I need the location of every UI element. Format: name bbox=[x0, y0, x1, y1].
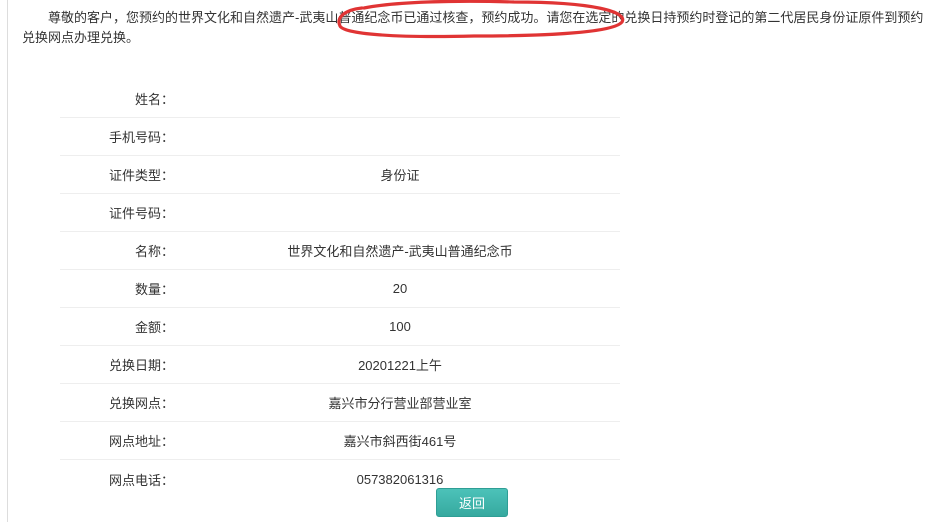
field-value-branch-phone: 057382061316 bbox=[180, 472, 620, 487]
field-label-id-type: 证件类型： bbox=[60, 165, 180, 184]
table-row: 名称： 世界文化和自然遗产-武夷山普通纪念币 bbox=[60, 232, 620, 270]
field-label-quantity: 数量： bbox=[60, 279, 180, 298]
field-label-phone: 手机号码： bbox=[60, 127, 180, 146]
table-row: 兑换网点： 嘉兴市分行营业部营业室 bbox=[60, 384, 620, 422]
field-value-amount: 100 bbox=[180, 319, 620, 334]
vertical-divider bbox=[7, 0, 8, 522]
table-row: 兑换日期： 20201221上午 bbox=[60, 346, 620, 384]
table-row: 姓名： bbox=[60, 80, 620, 118]
notice-prefix: 尊敬的客户，您预约的世界文化和自然遗产 bbox=[48, 10, 295, 25]
field-value-quantity: 20 bbox=[180, 281, 620, 296]
table-row: 网点地址： 嘉兴市斜西街461号 bbox=[60, 422, 620, 460]
field-label-branch: 兑换网点： bbox=[60, 393, 180, 412]
table-row: 手机号码： bbox=[60, 118, 620, 156]
button-row: 返回 bbox=[0, 488, 944, 517]
field-label-amount: 金额： bbox=[60, 317, 180, 336]
reservation-details-table: 姓名： 手机号码： 证件类型： 身份证 证件号码： 名称： 世界文化和自然遗产-… bbox=[60, 80, 620, 498]
table-row: 数量： 20 bbox=[60, 270, 620, 308]
field-value-branch-address: 嘉兴市斜西街461号 bbox=[180, 431, 620, 450]
field-value-product-name: 世界文化和自然遗产-武夷山普通纪念币 bbox=[180, 241, 620, 260]
table-row: 证件类型： 身份证 bbox=[60, 156, 620, 194]
field-label-branch-phone: 网点电话： bbox=[60, 470, 180, 489]
field-value-branch: 嘉兴市分行营业部营业室 bbox=[180, 393, 620, 412]
field-label-product-name: 名称： bbox=[60, 241, 180, 260]
notice-highlight: -武夷山普通纪念币已通过核查，预约成功。 bbox=[295, 10, 546, 25]
field-value-id-type: 身份证 bbox=[180, 165, 620, 184]
notice-message: 尊敬的客户，您预约的世界文化和自然遗产-武夷山普通纪念币已通过核查，预约成功。请… bbox=[22, 8, 934, 48]
back-button[interactable]: 返回 bbox=[436, 488, 508, 517]
field-label-exchange-date: 兑换日期： bbox=[60, 355, 180, 374]
field-label-name: 姓名： bbox=[60, 89, 180, 108]
field-value-exchange-date: 20201221上午 bbox=[180, 355, 620, 374]
table-row: 金额： 100 bbox=[60, 308, 620, 346]
field-label-branch-address: 网点地址： bbox=[60, 431, 180, 450]
table-row: 证件号码： bbox=[60, 194, 620, 232]
field-label-id-number: 证件号码： bbox=[60, 203, 180, 222]
